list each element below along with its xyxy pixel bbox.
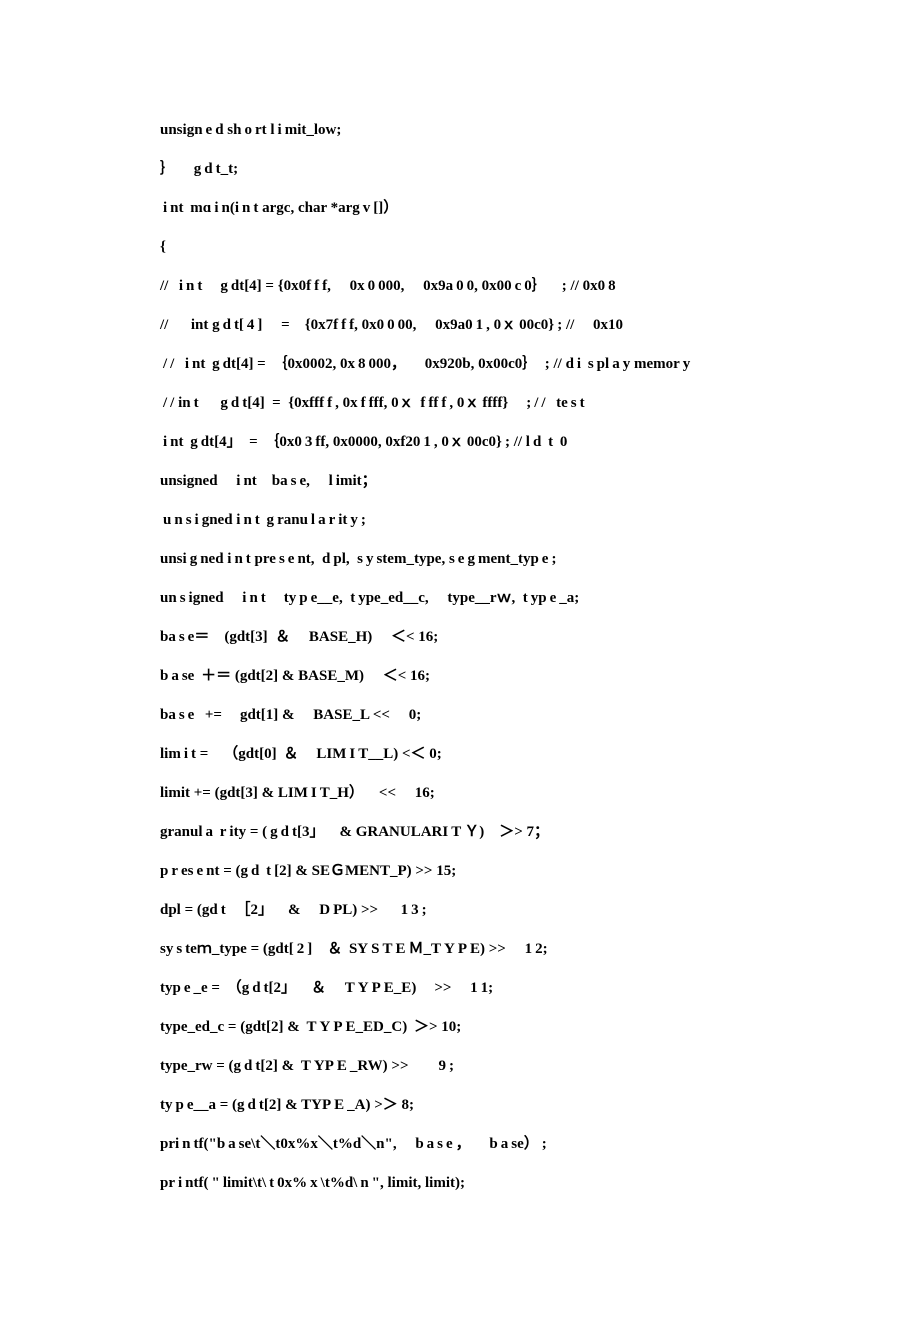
code-line: sy s teｍ_type = (gdt[ 2 ] ＆ SY S T E Ｍ_T… xyxy=(160,939,760,960)
code-line: / / in t g d t[4] = {0xfff f , 0x f fff,… xyxy=(160,393,760,414)
code-line: { xyxy=(160,237,760,258)
code-line: granul a r ity = ( g d t[3」 & GRANULARI … xyxy=(160,822,760,843)
code-line: un s igned i n t ty p e__e, t ype_ed__c,… xyxy=(160,588,760,609)
code-line: p r es e nt = (g d t [2] & SEＧMENT_P) >>… xyxy=(160,861,760,882)
code-line: ba s e += gdt[1] & BASE_L << 0; xyxy=(160,705,760,726)
code-line: unsign e d sh o rt l i mit_low; xyxy=(160,120,760,141)
code-line: type_ed_c = (gdt[2] & T Y P E_ED_C) ＞> 1… xyxy=(160,1017,760,1038)
code-line: i nt g dt[4」 = ｛0x0 3 ff, 0x0000, 0xf20 … xyxy=(160,432,760,453)
code-line: i nt mɑ i n(i n t argc, char *arg v []） xyxy=(160,198,760,219)
code-line: type_rw = (g d t[2] & T YP E _RW) >> 9 ; xyxy=(160,1056,760,1077)
code-line: dpl = (gd t ［2」 & D PL) >> 1 3 ; xyxy=(160,900,760,921)
code-line: ty p e__a = (g d t[2] & TYP E _A) >＞ 8; xyxy=(160,1095,760,1116)
code-line: // int g d t[ 4 ] = {0x7f f f, 0x0 0 00,… xyxy=(160,315,760,336)
code-line: ba s e＝ (gdt[3] ＆ BASE_H) ＜< 16; xyxy=(160,627,760,648)
code-line: unsigned i nt ba s e, l imit； xyxy=(160,471,760,492)
code-line: unsi g ned i n t pre s e nt, d pl, s y s… xyxy=(160,549,760,570)
code-line: typ e _e = （g d t[2」 ＆ T Y P E_E) >> 1 1… xyxy=(160,978,760,999)
code-line: pr i ntf( " limit\t\ t 0x% x \t%d\ n ", … xyxy=(160,1173,760,1194)
code-line: ｝ g d t_t; xyxy=(160,159,760,180)
code-line: / / i nt g dt[4] = ｛0x0002, 0x 8 000， 0x… xyxy=(160,354,760,375)
code-line: // i n t g dt[4] = {0x0f f f, 0x 0 000, … xyxy=(160,276,760,297)
code-line: u n s i gned i n t g ranu l a r it y ; xyxy=(160,510,760,531)
code-line: lim i t = （gdt[0] ＆ LIM I T__L) <＜ 0; xyxy=(160,744,760,765)
code-line: b a se ＋＝ (gdt[2] & BASE_M) ＜< 16; xyxy=(160,666,760,687)
document-page: unsign e d sh o rt l i mit_low; ｝ g d t_… xyxy=(0,0,920,1332)
code-line: limit += (gdt[3] & LIM I T_H） << 16; xyxy=(160,783,760,804)
code-line: pri n tf("b a se\t＼t0x%x＼t%d＼n", b a s e… xyxy=(160,1134,760,1155)
